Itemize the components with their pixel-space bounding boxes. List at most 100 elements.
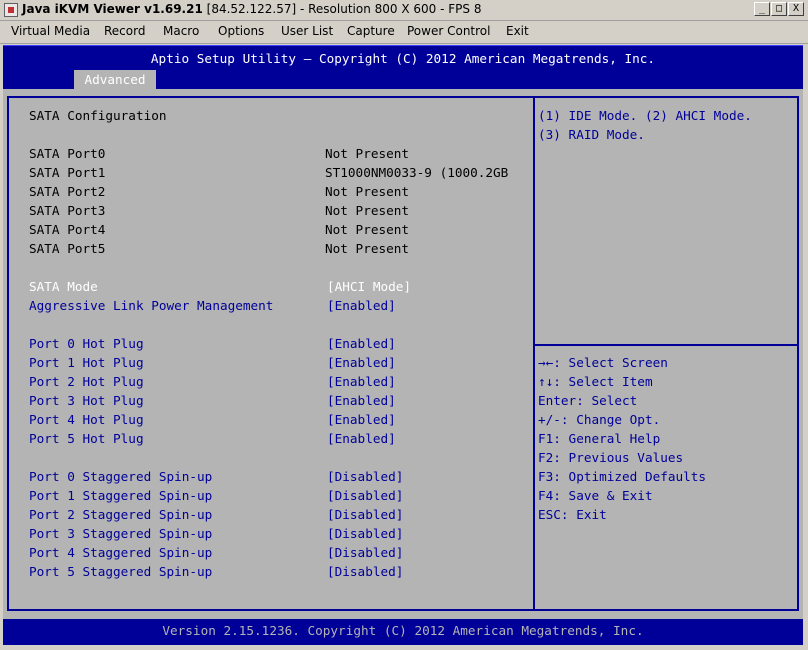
hot-plug-value[interactable]: [Enabled]: [327, 336, 396, 351]
alpm-label: Aggressive Link Power Management: [29, 298, 274, 313]
spin-up-option[interactable]: Port 4 Staggered Spin-up [Disabled]: [29, 545, 529, 564]
sata-port-label: SATA Port0: [29, 146, 106, 161]
key-hint-esc: ESC: Exit: [538, 507, 607, 522]
key-hint-change-opt: +/-: Change Opt.: [538, 412, 661, 427]
sata-port-value: ST1000NM0033-9 (1000.2GB: [325, 165, 509, 180]
menu-user-list[interactable]: User List: [281, 24, 333, 38]
hot-plug-value[interactable]: [Enabled]: [327, 412, 396, 427]
spin-up-option[interactable]: Port 3 Staggered Spin-up [Disabled]: [29, 526, 529, 545]
footer-version: Version 2.15.1236. Copyright (C) 2012 Am…: [162, 623, 644, 638]
key-hint-f4: F4: Save & Exit: [538, 488, 653, 503]
hot-plug-label: Port 4 Hot Plug: [29, 412, 144, 427]
hot-plug-option[interactable]: Port 5 Hot Plug [Enabled]: [29, 431, 529, 450]
spin-up-value[interactable]: [Disabled]: [327, 488, 403, 503]
hot-plug-option[interactable]: Port 3 Hot Plug [Enabled]: [29, 393, 529, 412]
key-hint-select-screen: →←: Select Screen: [538, 355, 668, 370]
sata-port-value: Not Present: [325, 241, 410, 256]
hot-plug-label: Port 3 Hot Plug: [29, 393, 144, 408]
section-title: SATA Configuration: [29, 108, 529, 127]
sata-port-value: Not Present: [325, 203, 410, 218]
spin-up-label: Port 1 Staggered Spin-up: [29, 488, 213, 503]
hot-plug-label: Port 0 Hot Plug: [29, 336, 144, 351]
sata-port-row: SATA Port2 Not Present: [29, 184, 529, 203]
window-title: Java iKVM Viewer v1.69.21 [84.52.122.57]…: [22, 2, 481, 16]
spin-up-value[interactable]: [Disabled]: [327, 507, 403, 522]
bios-footer: Version 2.15.1236. Copyright (C) 2012 Am…: [3, 619, 803, 645]
hot-plug-value[interactable]: [Enabled]: [327, 393, 396, 408]
spin-up-option[interactable]: Port 0 Staggered Spin-up [Disabled]: [29, 469, 529, 488]
sata-port-row: SATA Port4 Not Present: [29, 222, 529, 241]
spin-up-option[interactable]: Port 2 Staggered Spin-up [Disabled]: [29, 507, 529, 526]
sata-port-row: SATA Port1 ST1000NM0033-9 (1000.2GB: [29, 165, 529, 184]
spin-up-label: Port 5 Staggered Spin-up: [29, 564, 213, 579]
key-hint-f1: F1: General Help: [538, 431, 661, 446]
hot-plug-value[interactable]: [Enabled]: [327, 431, 396, 446]
sata-port-value: Not Present: [325, 222, 410, 237]
menu-virtual-media[interactable]: Virtual Media: [11, 24, 90, 38]
spin-up-label: Port 2 Staggered Spin-up: [29, 507, 213, 522]
hot-plug-option[interactable]: Port 1 Hot Plug [Enabled]: [29, 355, 529, 374]
menu-options[interactable]: Options: [218, 24, 264, 38]
sata-port-label: SATA Port3: [29, 203, 106, 218]
key-hint-enter: Enter: Select: [538, 393, 638, 408]
hot-plug-option[interactable]: Port 0 Hot Plug [Enabled]: [29, 336, 529, 355]
spin-up-value[interactable]: [Disabled]: [327, 545, 403, 560]
key-hint-f3: F3: Optimized Defaults: [538, 469, 707, 484]
menu-record[interactable]: Record: [104, 24, 145, 38]
minimize-button[interactable]: _: [754, 2, 770, 16]
sata-port-label: SATA Port2: [29, 184, 106, 199]
sata-port-row: SATA Port0 Not Present: [29, 146, 529, 165]
menu-exit[interactable]: Exit: [506, 24, 529, 38]
menu-power-control[interactable]: Power Control: [407, 24, 490, 38]
java-app-icon: [4, 3, 18, 17]
menubar: Virtual Media Record Macro Options User …: [0, 21, 808, 44]
help-divider: [535, 344, 797, 346]
hot-plug-option[interactable]: Port 2 Hot Plug [Enabled]: [29, 374, 529, 393]
alpm-option[interactable]: Aggressive Link Power Management [Enabled…: [29, 298, 529, 317]
spin-up-value[interactable]: [Disabled]: [327, 469, 403, 484]
close-icon: X: [792, 3, 800, 14]
hot-plug-label: Port 2 Hot Plug: [29, 374, 144, 389]
window-titlebar: Java iKVM Viewer v1.69.21 [84.52.122.57]…: [0, 0, 808, 21]
sata-mode-value[interactable]: [AHCI Mode]: [327, 279, 411, 294]
spin-up-label: Port 0 Staggered Spin-up: [29, 469, 213, 484]
spin-up-label: Port 3 Staggered Spin-up: [29, 526, 213, 541]
help-text-line: (1) IDE Mode. (2) AHCI Mode.: [538, 108, 752, 123]
sata-mode-label: SATA Mode: [29, 279, 98, 294]
bios-screen[interactable]: Aptio Setup Utility – Copyright (C) 2012…: [3, 45, 803, 645]
sata-mode-option[interactable]: SATA Mode [AHCI Mode]: [29, 279, 529, 298]
sata-port-value: Not Present: [325, 184, 410, 199]
key-hint-select-item: ↑↓: Select Item: [538, 374, 653, 389]
spin-up-value[interactable]: [Disabled]: [327, 564, 403, 579]
maximize-icon: □: [775, 3, 783, 14]
key-hint-f2: F2: Previous Values: [538, 450, 684, 465]
bios-header: Aptio Setup Utility – Copyright (C) 2012…: [3, 45, 803, 90]
bios-title: Aptio Setup Utility – Copyright (C) 2012…: [150, 51, 656, 66]
hot-plug-label: Port 1 Hot Plug: [29, 355, 144, 370]
sata-port-row: SATA Port5 Not Present: [29, 241, 529, 260]
help-text-line: (3) RAID Mode.: [538, 127, 645, 142]
window-title-details: [84.52.122.57] - Resolution 800 X 600 - …: [202, 2, 482, 16]
help-panel: (1) IDE Mode. (2) AHCI Mode. (3) RAID Mo…: [535, 96, 799, 611]
window-controls: _ □ X: [754, 2, 804, 16]
alpm-value[interactable]: [Enabled]: [327, 298, 396, 313]
hot-plug-value[interactable]: [Enabled]: [327, 374, 396, 389]
sata-port-label: SATA Port1: [29, 165, 106, 180]
close-button[interactable]: X: [788, 2, 804, 16]
section-title-label: SATA Configuration: [29, 108, 167, 123]
menu-capture[interactable]: Capture: [347, 24, 395, 38]
spin-up-label: Port 4 Staggered Spin-up: [29, 545, 213, 560]
sata-port-label: SATA Port5: [29, 241, 106, 256]
spin-up-option[interactable]: Port 5 Staggered Spin-up [Disabled]: [29, 564, 529, 583]
hot-plug-value[interactable]: [Enabled]: [327, 355, 396, 370]
menu-macro[interactable]: Macro: [163, 24, 199, 38]
sata-port-value: Not Present: [325, 146, 410, 161]
minimize-icon: _: [758, 3, 766, 14]
window-title-app: Java iKVM Viewer v1.69.21: [22, 2, 203, 16]
maximize-button[interactable]: □: [771, 2, 787, 16]
hot-plug-option[interactable]: Port 4 Hot Plug [Enabled]: [29, 412, 529, 431]
tab-advanced[interactable]: Advanced: [74, 70, 156, 90]
sata-port-row: SATA Port3 Not Present: [29, 203, 529, 222]
spin-up-value[interactable]: [Disabled]: [327, 526, 403, 541]
spin-up-option[interactable]: Port 1 Staggered Spin-up [Disabled]: [29, 488, 529, 507]
